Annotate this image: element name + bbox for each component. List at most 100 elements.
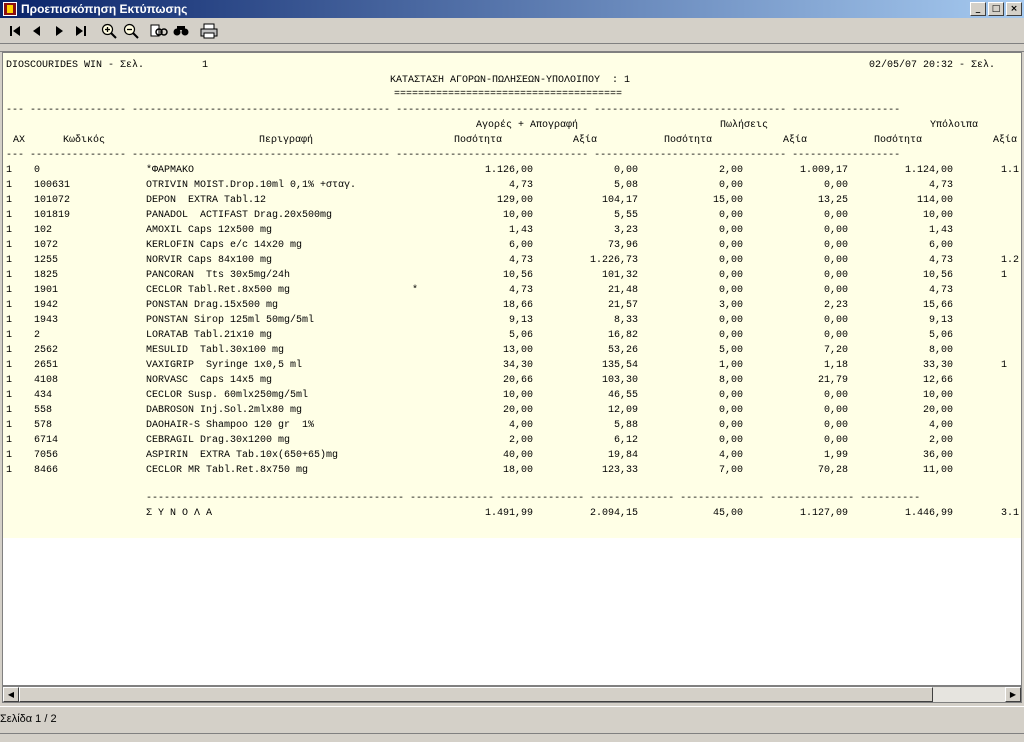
cell-code: 102 bbox=[34, 225, 53, 236]
cell-code: 101819 bbox=[34, 210, 71, 221]
cell-purchases-value: 5,88 bbox=[613, 420, 638, 431]
zoom-out-icon[interactable] bbox=[120, 20, 142, 42]
cell-code: 434 bbox=[34, 390, 53, 401]
horizontal-scrollbar[interactable]: ◀ ▶ bbox=[2, 686, 1022, 703]
cell-ax: 1 bbox=[6, 255, 13, 266]
cell-purchases-value: 16,82 bbox=[607, 330, 638, 341]
cell-ax: 1 bbox=[6, 210, 13, 221]
cell-purchases-qty: 20,66 bbox=[502, 375, 533, 386]
cell-ax: 1 bbox=[6, 405, 13, 416]
cell-description: PANCORAN Tts 30x5mg/24h bbox=[146, 270, 291, 281]
cell-description: DABROSON Inj.Sol.2mlx80 mg bbox=[146, 405, 303, 416]
cell-purchases-qty: 18,66 bbox=[502, 300, 533, 311]
cell-sales-value: 0,00 bbox=[823, 225, 848, 236]
find-icon[interactable] bbox=[148, 20, 170, 42]
print-icon[interactable] bbox=[198, 20, 220, 42]
cell-purchases-qty: 20,00 bbox=[502, 405, 533, 416]
cell-sales-qty: 0,00 bbox=[718, 435, 743, 446]
cell-sales-qty: 2,00 bbox=[718, 165, 743, 176]
last-page-icon[interactable] bbox=[70, 20, 92, 42]
cell-balance-value: 1 bbox=[1001, 270, 1008, 281]
cell-sales-qty: 3,00 bbox=[718, 300, 743, 311]
report-title-underline: ====================================== bbox=[394, 89, 623, 100]
cell-sales-qty: 15,00 bbox=[712, 195, 743, 206]
cell-purchases-qty: 1,43 bbox=[508, 225, 533, 236]
cell-sales-value: 0,00 bbox=[823, 315, 848, 326]
cell-purchases-qty: 34,30 bbox=[502, 360, 533, 371]
scroll-left-icon[interactable]: ◀ bbox=[3, 687, 19, 702]
col-sales-qty: Ποσότητα bbox=[664, 135, 713, 146]
cell-code: 1072 bbox=[34, 240, 59, 251]
cell-purchases-value: 135,54 bbox=[601, 360, 638, 371]
cell-sales-value: 0,00 bbox=[823, 285, 848, 296]
cell-purchases-qty: 10,00 bbox=[502, 390, 533, 401]
close-button[interactable]: × bbox=[1006, 2, 1022, 16]
cell-description: CECLOR MR Tabl.Ret.8x750 mg bbox=[146, 465, 309, 476]
col-balance-value: Αξία bbox=[993, 135, 1018, 146]
total-sales-value: 1.127,09 bbox=[799, 508, 848, 519]
cell-code: 4108 bbox=[34, 375, 59, 386]
scrollbar-thumb[interactable] bbox=[19, 687, 933, 702]
cell-sales-qty: 0,00 bbox=[718, 270, 743, 281]
cell-purchases-qty: 9,13 bbox=[508, 315, 533, 326]
cell-purchases-qty: 4,73 bbox=[508, 285, 533, 296]
cell-description: NORVIR Caps 84x100 mg bbox=[146, 255, 273, 266]
window-controls: _ □ × bbox=[968, 2, 1022, 16]
next-page-icon[interactable] bbox=[48, 20, 70, 42]
maximize-button[interactable]: □ bbox=[988, 2, 1004, 16]
rule-line: --- ---------------- -------------------… bbox=[6, 105, 901, 116]
cell-sales-value: 21,79 bbox=[817, 375, 848, 386]
cell-sales-value: 70,28 bbox=[817, 465, 848, 476]
cell-ax: 1 bbox=[6, 180, 13, 191]
cell-ax: 1 bbox=[6, 165, 13, 176]
cell-code: 1255 bbox=[34, 255, 59, 266]
cell-code: 100631 bbox=[34, 180, 71, 191]
cell-purchases-value: 123,33 bbox=[601, 465, 638, 476]
cell-sales-value: 1.009,17 bbox=[799, 165, 848, 176]
cell-ax: 1 bbox=[6, 360, 13, 371]
cell-balance-value: 1.2 bbox=[1001, 255, 1020, 266]
cell-balance-qty: 1,43 bbox=[928, 225, 953, 236]
cell-description: CEBRAGIL Drag.30x1200 mg bbox=[146, 435, 291, 446]
cell-purchases-qty: 4,73 bbox=[508, 255, 533, 266]
col-description: Περιγραφή bbox=[259, 135, 314, 146]
first-page-icon[interactable] bbox=[4, 20, 26, 42]
cell-balance-qty: 15,66 bbox=[922, 300, 953, 311]
col-purchases-value: Αξία bbox=[573, 135, 598, 146]
prev-page-icon[interactable] bbox=[26, 20, 48, 42]
cell-mark: * bbox=[412, 285, 419, 296]
cell-sales-value: 0,00 bbox=[823, 210, 848, 221]
cell-ax: 1 bbox=[6, 390, 13, 401]
cell-purchases-value: 21,48 bbox=[607, 285, 638, 296]
cell-sales-qty: 4,00 bbox=[718, 450, 743, 461]
cell-description: PONSTAN Drag.15x500 mg bbox=[146, 300, 279, 311]
cell-balance-qty: 114,00 bbox=[916, 195, 953, 206]
zoom-in-icon[interactable] bbox=[98, 20, 120, 42]
cell-purchases-qty: 4,73 bbox=[508, 180, 533, 191]
cell-ax: 1 bbox=[6, 300, 13, 311]
cell-balance-qty: 4,73 bbox=[928, 285, 953, 296]
preview-viewport[interactable]: DIOSCOURIDES WIN - Σελ. 1 02/05/07 20:32… bbox=[2, 52, 1022, 686]
cell-sales-value: 2,23 bbox=[823, 300, 848, 311]
cell-sales-qty: 0,00 bbox=[718, 405, 743, 416]
cell-code: 1901 bbox=[34, 285, 59, 296]
cell-purchases-qty: 18,00 bbox=[502, 465, 533, 476]
group-header-balances: Υπόλοιπα bbox=[930, 120, 979, 131]
cell-purchases-value: 12,09 bbox=[607, 405, 638, 416]
cell-balance-qty: 9,13 bbox=[928, 315, 953, 326]
cell-ax: 1 bbox=[6, 465, 13, 476]
find-next-icon[interactable] bbox=[170, 20, 192, 42]
cell-code: 2651 bbox=[34, 360, 59, 371]
cell-balance-qty: 10,00 bbox=[922, 210, 953, 221]
cell-sales-qty: 0,00 bbox=[718, 240, 743, 251]
scroll-right-icon[interactable]: ▶ bbox=[1005, 687, 1021, 702]
cell-description: OTRIVIN MOIST.Drop.10ml 0,1% +σταγ. bbox=[146, 180, 357, 191]
minimize-button[interactable]: _ bbox=[970, 2, 986, 16]
cell-description: KERLOFIN Caps e/c 14x20 mg bbox=[146, 240, 303, 251]
total-sales-qty: 45,00 bbox=[712, 508, 743, 519]
cell-purchases-qty: 129,00 bbox=[496, 195, 533, 206]
rule-line: --- ---------------- -------------------… bbox=[6, 150, 901, 161]
col-code: Κωδικός bbox=[63, 135, 106, 146]
cell-ax: 1 bbox=[6, 225, 13, 236]
col-purchases-qty: Ποσότητα bbox=[454, 135, 503, 146]
